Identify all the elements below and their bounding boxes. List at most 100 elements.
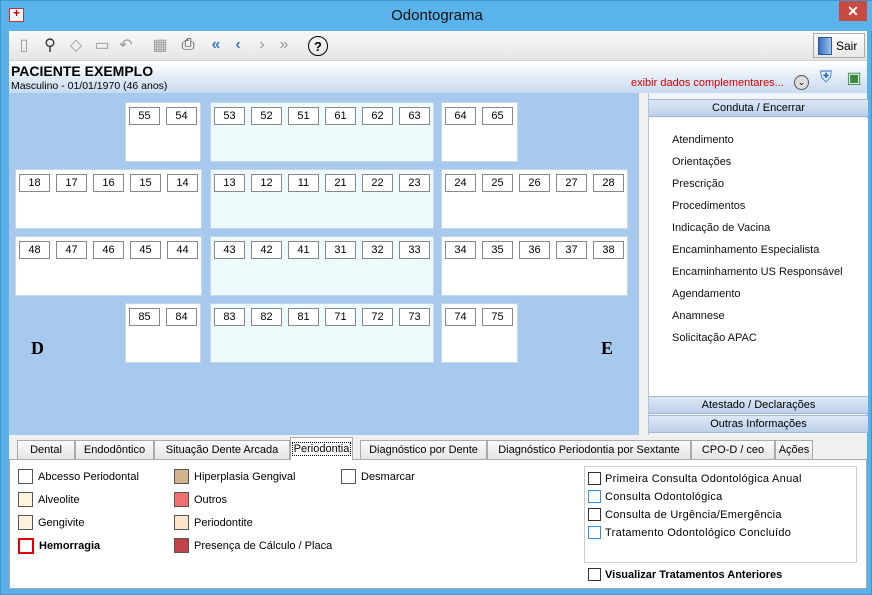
consultation-option[interactable]: Consulta Odontológica <box>588 490 723 503</box>
next-icon[interactable]: › <box>251 34 273 56</box>
tooth-12[interactable]: 12 <box>251 174 282 192</box>
checkbox[interactable] <box>588 472 601 485</box>
tooth-18[interactable]: 18 <box>19 174 50 192</box>
binoculars-icon[interactable]: ⚲ <box>39 34 61 56</box>
tooth-41[interactable]: 41 <box>288 241 319 259</box>
tooth-38[interactable]: 38 <box>593 241 624 259</box>
tooth-63[interactable]: 63 <box>399 107 430 125</box>
legend-item[interactable]: Abcesso Periodontal <box>18 469 139 484</box>
tooth-23[interactable]: 23 <box>399 174 430 192</box>
printer-icon[interactable]: ⎙ <box>177 34 199 56</box>
legend-item[interactable]: Hemorragia <box>18 538 100 554</box>
tooth-11[interactable]: 11 <box>288 174 319 192</box>
tooth-45[interactable]: 45 <box>130 241 161 259</box>
consultation-option[interactable]: Primeira Consulta Odontológica Anual <box>588 472 802 485</box>
tooth-32[interactable]: 32 <box>362 241 393 259</box>
tab-a-es[interactable]: Ações <box>775 440 813 460</box>
tooth-51[interactable]: 51 <box>288 107 319 125</box>
user-card-icon[interactable]: ▣ <box>843 67 865 89</box>
legend-item[interactable]: Desmarcar <box>341 469 415 484</box>
tooth-37[interactable]: 37 <box>556 241 587 259</box>
tooth-21[interactable]: 21 <box>325 174 356 192</box>
tooth-84[interactable]: 84 <box>166 308 197 326</box>
tooth-44[interactable]: 44 <box>167 241 198 259</box>
conduct-item[interactable]: Orientações <box>672 156 731 168</box>
checkbox[interactable] <box>588 568 601 581</box>
legend-item[interactable]: Presença de Cálculo / Placa <box>174 538 332 553</box>
tooth-48[interactable]: 48 <box>19 241 50 259</box>
previous-icon[interactable]: ‹ <box>227 34 249 56</box>
legend-item[interactable]: Outros <box>174 492 227 507</box>
tooth-47[interactable]: 47 <box>56 241 87 259</box>
new-record-icon[interactable]: ▯ <box>13 34 35 56</box>
tooth-52[interactable]: 52 <box>251 107 282 125</box>
checkbox[interactable] <box>588 490 601 503</box>
consultation-option[interactable]: Tratamento Odontológico Concluído <box>588 526 791 539</box>
tooth-35[interactable]: 35 <box>482 241 513 259</box>
tooth-15[interactable]: 15 <box>130 174 161 192</box>
tooth-55[interactable]: 55 <box>129 107 160 125</box>
tab-dental[interactable]: Dental <box>17 440 75 460</box>
tooth-75[interactable]: 75 <box>482 308 513 326</box>
tab-periodontia[interactable]: Periodontia <box>290 437 353 460</box>
tooth-61[interactable]: 61 <box>325 107 356 125</box>
tab-diagn-stico-periodontia-por-sextante[interactable]: Diagnóstico Periodontia por Sextante <box>487 440 691 460</box>
conduct-item[interactable]: Procedimentos <box>672 200 745 212</box>
tooth-81[interactable]: 81 <box>288 308 319 326</box>
tooth-72[interactable]: 72 <box>362 308 393 326</box>
tab-diagn-stico-por-dente[interactable]: Diagnóstico por Dente <box>360 440 487 460</box>
legend-item[interactable]: Gengivite <box>18 515 84 530</box>
tooth-83[interactable]: 83 <box>214 308 245 326</box>
eraser-icon[interactable]: ◇ <box>65 34 87 56</box>
previous-treatments-checkbox[interactable]: Visualizar Tratamentos Anteriores <box>588 568 782 581</box>
panel-header-conduct[interactable]: Conduta / Encerrar <box>649 99 868 117</box>
tooth-64[interactable]: 64 <box>445 107 476 125</box>
tooth-27[interactable]: 27 <box>556 174 587 192</box>
tooth-25[interactable]: 25 <box>482 174 513 192</box>
tooth-73[interactable]: 73 <box>399 308 430 326</box>
exit-button[interactable]: Sair <box>813 33 865 58</box>
tooth-28[interactable]: 28 <box>593 174 624 192</box>
tooth-53[interactable]: 53 <box>214 107 245 125</box>
tooth-14[interactable]: 14 <box>167 174 198 192</box>
first-icon[interactable]: « <box>205 34 227 56</box>
conduct-item[interactable]: Indicação de Vacina <box>672 222 770 234</box>
tooth-22[interactable]: 22 <box>362 174 393 192</box>
tooth-62[interactable]: 62 <box>362 107 393 125</box>
shield-icon[interactable]: ⛨ <box>815 67 837 89</box>
trash-icon[interactable]: ▭ <box>91 34 113 56</box>
conduct-item[interactable]: Agendamento <box>672 288 741 300</box>
tooth-31[interactable]: 31 <box>325 241 356 259</box>
checkbox[interactable] <box>588 526 601 539</box>
tab-endod-ntico[interactable]: Endodôntico <box>75 440 154 460</box>
save-icon[interactable]: ▦ <box>149 34 171 56</box>
consultation-option[interactable]: Consulta de Urgência/Emergência <box>588 508 782 521</box>
tooth-85[interactable]: 85 <box>129 308 160 326</box>
last-icon[interactable]: » <box>273 34 295 56</box>
tooth-46[interactable]: 46 <box>93 241 124 259</box>
close-button[interactable]: ✕ <box>839 1 867 21</box>
legend-item[interactable]: Periodontite <box>174 515 253 530</box>
legend-item[interactable]: Hiperplasia Gengival <box>174 469 296 484</box>
help-button[interactable]: ? <box>307 35 329 57</box>
conduct-item[interactable]: Atendimento <box>672 134 734 146</box>
tooth-82[interactable]: 82 <box>251 308 282 326</box>
tooth-71[interactable]: 71 <box>325 308 356 326</box>
tooth-24[interactable]: 24 <box>445 174 476 192</box>
conduct-item[interactable]: Encaminhamento US Responsável <box>672 266 843 278</box>
tooth-17[interactable]: 17 <box>56 174 87 192</box>
checkbox[interactable] <box>588 508 601 521</box>
chevron-down-icon[interactable]: ⌄ <box>794 75 809 90</box>
panel-header-certificates[interactable]: Atestado / Declarações <box>649 396 868 414</box>
conduct-item[interactable]: Prescrição <box>672 178 724 190</box>
tab-cpo-d-ceo[interactable]: CPO-D / ceo <box>691 440 775 460</box>
tooth-74[interactable]: 74 <box>445 308 476 326</box>
tooth-43[interactable]: 43 <box>214 241 245 259</box>
panel-header-other-info[interactable]: Outras Informações <box>649 415 868 433</box>
tooth-36[interactable]: 36 <box>519 241 550 259</box>
conduct-item[interactable]: Encaminhamento Especialista <box>672 244 819 256</box>
tooth-65[interactable]: 65 <box>482 107 513 125</box>
tooth-13[interactable]: 13 <box>214 174 245 192</box>
tooth-33[interactable]: 33 <box>399 241 430 259</box>
tooth-54[interactable]: 54 <box>166 107 197 125</box>
